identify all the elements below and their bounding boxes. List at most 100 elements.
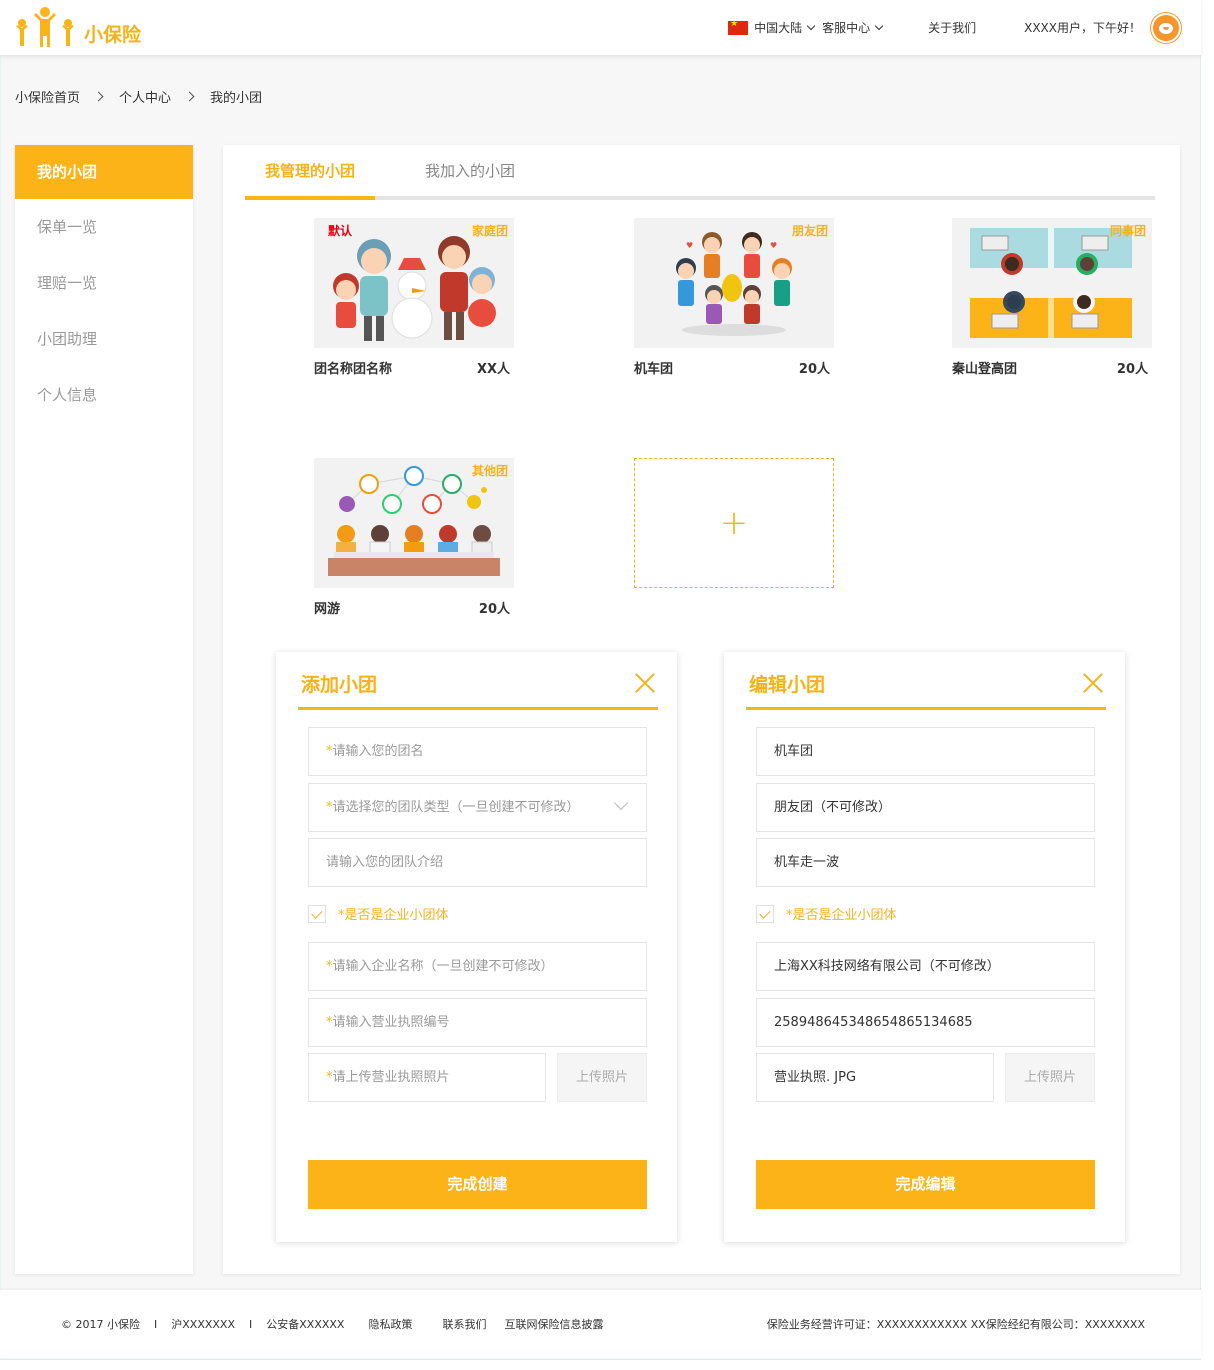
add-group-dialog: 添加小团 *请输入您的团名 *请选择您的团队类型（一旦创建不可修改） 请输入您的… bbox=[276, 652, 677, 1242]
close-icon[interactable] bbox=[634, 672, 656, 694]
license-photo-placeholder: 请上传营业执照照片 bbox=[332, 1070, 450, 1085]
colleagues-group-illustration: 同事团 bbox=[952, 218, 1152, 348]
breadcrumb: 小保险首页 个人中心 我的小团 bbox=[15, 87, 262, 106]
group-name: 网游 bbox=[314, 602, 341, 617]
enterprise-checkbox-row[interactable]: *是否是企业小团体 bbox=[308, 904, 449, 923]
group-tabs: 我管理的小团 我加入的小团 bbox=[245, 145, 1155, 200]
family-group-illustration: 默认 家庭团 bbox=[314, 218, 514, 348]
family-logo-icon bbox=[16, 7, 74, 47]
complete-edit-button[interactable]: 完成编辑 bbox=[756, 1160, 1095, 1209]
enterprise-checkbox[interactable] bbox=[308, 904, 326, 923]
group-member-count: XX人 bbox=[476, 362, 510, 377]
footer-contact-link[interactable]: 联系我们 bbox=[442, 1316, 486, 1332]
footer-disclosure-link[interactable]: 互联网保险信息披露 bbox=[504, 1316, 603, 1332]
group-member-count: 20人 bbox=[798, 362, 830, 377]
chevron-down-icon bbox=[613, 795, 629, 811]
footer-privacy-link[interactable]: 隐私政策 bbox=[368, 1316, 412, 1332]
license-number-input[interactable]: *请输入营业执照编号 bbox=[308, 998, 647, 1047]
footer-police-record[interactable]: 公安备XXXXXX bbox=[266, 1316, 344, 1332]
other-group-illustration: 其他团 bbox=[314, 458, 514, 588]
group-name-input[interactable]: *请输入您的团名 bbox=[308, 727, 647, 776]
add-group-button[interactable]: + bbox=[634, 458, 834, 588]
group-type-tag: 其他团 bbox=[471, 464, 508, 478]
enterprise-checkbox-row[interactable]: *是否是企业小团体 bbox=[756, 904, 897, 923]
svg-text:♥: ♥ bbox=[770, 241, 777, 250]
upload-photo-button[interactable]: 上传照片 bbox=[557, 1053, 647, 1102]
enterprise-checkbox[interactable] bbox=[756, 904, 774, 923]
breadcrumb-personal-center[interactable]: 个人中心 bbox=[119, 87, 171, 106]
chevron-right-icon bbox=[184, 91, 195, 102]
tab-joined-groups[interactable]: 我加入的小团 bbox=[405, 145, 535, 200]
complete-create-button[interactable]: 完成创建 bbox=[308, 1160, 647, 1209]
group-type-field: 朋友团（不可修改） bbox=[756, 783, 1095, 832]
main-panel: 我管理的小团 我加入的小团 默认 家庭团 团名称团名称 XX人 ♥ ♥ 朋友团 … bbox=[223, 145, 1180, 1274]
group-card[interactable]: 同事团 秦山登高团 20人 bbox=[952, 218, 1152, 377]
upload-photo-button[interactable]: 上传照片 bbox=[1005, 1053, 1095, 1102]
company-name-input[interactable]: *请输入企业名称（一旦创建不可修改） bbox=[308, 942, 647, 991]
dialog-title: 添加小团 bbox=[301, 674, 378, 696]
sidebar-item-personal-info[interactable]: 个人信息 bbox=[15, 367, 193, 423]
license-number-input[interactable]: 2589486453486548651346‌85 bbox=[756, 998, 1095, 1047]
chevron-down-icon[interactable] bbox=[874, 21, 884, 31]
brand-name: 小保险 bbox=[84, 23, 142, 46]
breadcrumb-current: 我的小团 bbox=[210, 91, 263, 106]
about-us-link[interactable]: 关于我们 bbox=[928, 19, 976, 36]
chevron-down-icon[interactable] bbox=[806, 21, 816, 31]
region-selector[interactable]: 中国大陆 bbox=[754, 19, 802, 36]
dialog-header: 添加小团 bbox=[298, 652, 658, 710]
sidebar-item-policies[interactable]: 保单一览 bbox=[15, 199, 193, 255]
enterprise-checkbox-label: *是否是企业小团体 bbox=[338, 908, 449, 923]
company-name-placeholder: 请输入企业名称（一旦创建不可修改） bbox=[332, 959, 554, 974]
top-nav: 中国大陆 客服中心 关于我们 XXXX用户，下午好！ bbox=[728, 0, 1181, 55]
chevron-right-icon bbox=[93, 91, 104, 102]
friends-group-illustration: ♥ ♥ 朋友团 bbox=[634, 218, 834, 348]
close-icon[interactable] bbox=[1082, 672, 1104, 694]
footer-license-info: 保险业务经营许可证：XXXXXXXXXXXX XX保险经纪有限公司：XXXXXX… bbox=[766, 1318, 1145, 1331]
group-type-select[interactable]: *请选择您的团队类型（一旦创建不可修改） bbox=[308, 783, 647, 832]
group-type-tag: 同事团 bbox=[1109, 224, 1146, 238]
group-card[interactable]: 其他团 网游 20人 bbox=[314, 458, 514, 617]
edit-group-dialog: 编辑小团 机车团 朋友团（不可修改） 机车走一波 *是否是企业小团体 上海XX科… bbox=[724, 652, 1125, 1242]
sidebar: 我的小团 保单一览 理赔一览 小团助理 个人信息 bbox=[15, 145, 193, 1274]
sidebar-item-group-assistant[interactable]: 小团助理 bbox=[15, 311, 193, 367]
group-type-tag: 朋友团 bbox=[791, 224, 828, 238]
group-intro-input[interactable]: 机车走一波 bbox=[756, 838, 1095, 887]
footer-separator: I bbox=[249, 1317, 253, 1331]
group-name: 秦山登高团 bbox=[952, 362, 1018, 377]
page-footer: © 2017 小保险 I 沪XXXXXXX I 公安备XXXXXX 隐私政策 联… bbox=[0, 1290, 1201, 1358]
top-header: 小保险 中国大陆 客服中心 关于我们 XXXX用户，下午好！ bbox=[0, 0, 1201, 55]
footer-copyright: © 2017 小保险 bbox=[61, 1318, 140, 1331]
group-member-count: 20人 bbox=[1116, 362, 1148, 377]
svg-text:♥: ♥ bbox=[686, 241, 693, 250]
user-greeting: XXXX用户，下午好！ bbox=[1024, 21, 1141, 35]
customer-service-menu[interactable]: 客服中心 bbox=[822, 19, 870, 36]
footer-icp[interactable]: 沪XXXXXXX bbox=[171, 1316, 235, 1332]
group-type-placeholder: 请选择您的团队类型（一旦创建不可修改） bbox=[332, 800, 580, 815]
sidebar-item-claims[interactable]: 理赔一览 bbox=[15, 255, 193, 311]
dialog-header: 编辑小团 bbox=[746, 652, 1106, 710]
group-name-input[interactable]: 机车团 bbox=[756, 727, 1095, 776]
dialog-title: 编辑小团 bbox=[749, 674, 826, 696]
brand-logo[interactable]: 小保险 bbox=[14, 6, 141, 48]
sidebar-item-my-groups[interactable]: 我的小团 bbox=[15, 145, 193, 199]
default-badge: 默认 bbox=[328, 224, 353, 238]
group-name: 团名称团名称 bbox=[314, 362, 393, 377]
group-card[interactable]: ♥ ♥ 朋友团 机车团 20人 bbox=[634, 218, 834, 377]
license-photo-input[interactable]: *请上传营业执照照片 bbox=[308, 1053, 546, 1102]
group-intro-input[interactable]: 请输入您的团队介绍 bbox=[308, 838, 647, 887]
china-flag-icon bbox=[728, 19, 749, 35]
tab-managed-groups[interactable]: 我管理的小团 bbox=[245, 145, 375, 200]
company-name-field: 上海XX科技网络有限公司（不可修改） bbox=[756, 942, 1095, 991]
footer-separator: I bbox=[154, 1317, 158, 1331]
group-name: 机车团 bbox=[634, 362, 674, 377]
plus-icon: + bbox=[719, 503, 749, 543]
group-type-tag: 家庭团 bbox=[471, 224, 508, 238]
enterprise-checkbox-label: *是否是企业小团体 bbox=[786, 908, 897, 923]
license-photo-input[interactable]: 营业执照. JPG bbox=[756, 1053, 994, 1102]
avatar[interactable] bbox=[1151, 12, 1181, 43]
license-number-placeholder: 请输入营业执照编号 bbox=[332, 1015, 450, 1030]
group-card[interactable]: 默认 家庭团 团名称团名称 XX人 bbox=[314, 218, 514, 377]
group-member-count: 20人 bbox=[478, 602, 510, 617]
breadcrumb-home[interactable]: 小保险首页 bbox=[15, 87, 80, 106]
group-name-placeholder: 请输入您的团名 bbox=[332, 744, 424, 759]
